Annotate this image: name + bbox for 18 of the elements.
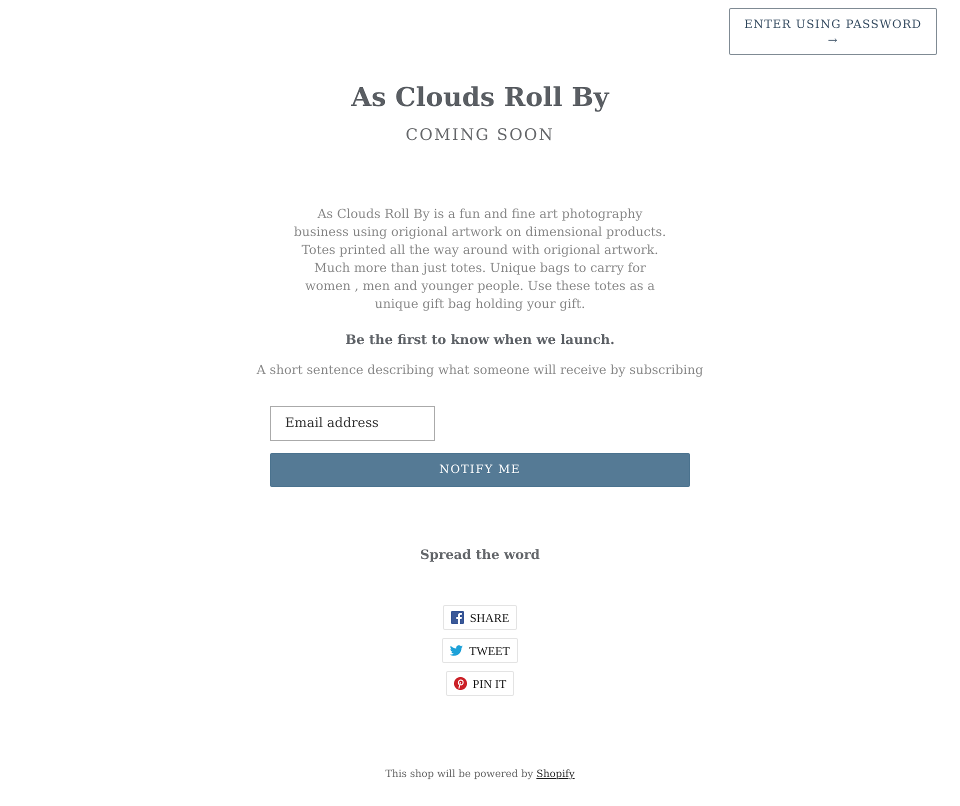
arrow-icon: →	[828, 32, 838, 48]
bird-icon	[450, 644, 464, 657]
signup-description: A short sentence describing what someone will receive by subscribing	[256, 361, 704, 379]
store-title: As Clouds Roll By	[350, 82, 610, 114]
email-field[interactable]: Email address	[270, 406, 435, 441]
pin-button[interactable]: PIN IT	[446, 671, 514, 696]
footer-link[interactable]: Shopify	[536, 769, 575, 780]
tweet-button[interactable]: TWEET	[442, 638, 518, 663]
notify-button[interactable]: NOTIFY ME	[270, 453, 690, 487]
spread-heading: Spread the word	[419, 547, 541, 565]
signup-heading: Be the first to know when we launch.	[344, 332, 616, 350]
letter-f-icon	[450, 611, 464, 624]
password-button[interactable]: ENTER USING PASSWORD →	[729, 8, 937, 55]
letter-p-icon	[454, 677, 467, 690]
coming-soon-subtitle: COMING SOON	[404, 125, 556, 145]
powered-by-text: This shop will be powered by Shopify	[384, 768, 576, 782]
description-text: As Clouds Roll By is a fun and fine art photography business using origional artwork on dimensional products. Totes printed all the way around with origional artwork. Much more than just totes. Unique bags to carry for women , men and younger people. Use these totes as a unique gift bag holding your gift.	[292, 205, 668, 313]
share-button[interactable]: SHARE	[442, 605, 518, 630]
